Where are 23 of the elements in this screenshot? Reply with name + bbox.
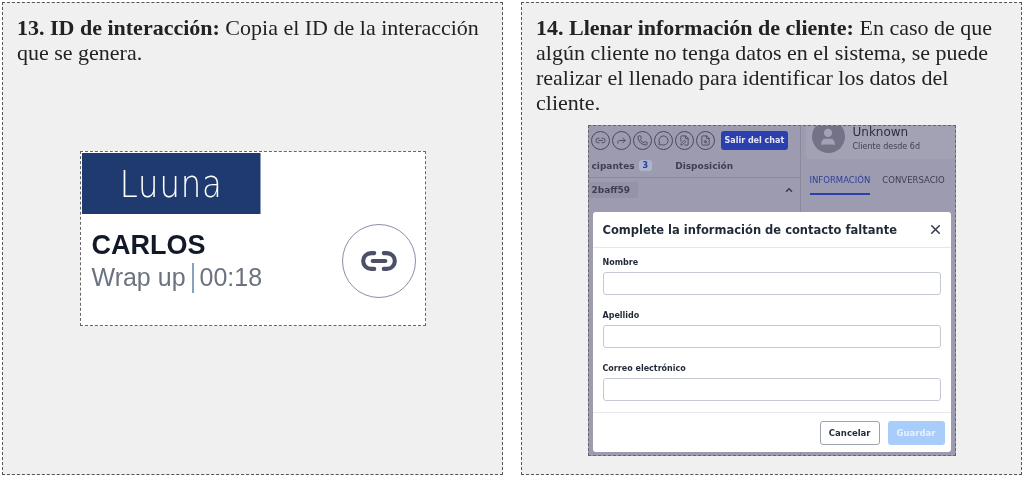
tab[interactable]: INFORMACIÓN <box>809 175 871 195</box>
field-label: Correo electrónico <box>602 364 687 373</box>
interaction-id: 2baff59 <box>588 182 639 198</box>
tab[interactable]: cipantes 3 <box>588 160 653 171</box>
dialog-title: Complete la información de contacto faltante <box>602 222 897 237</box>
interaction-timer: 00:18 <box>199 263 263 292</box>
contact-name: Unknown <box>852 126 910 139</box>
field-label: Nombre <box>602 258 640 267</box>
contact-since: Cliente desde 6d <box>852 142 920 151</box>
collapse-icon[interactable] <box>783 185 794 195</box>
tab[interactable]: CONVERSACIO <box>882 175 945 195</box>
step-description: 13. ID de interacción: Copia el ID de la interacción que se genera. <box>17 15 480 65</box>
input-field[interactable] <box>602 325 941 348</box>
exit-chat-button[interactable]: Salir del chat <box>720 130 789 150</box>
interaction-status: Wrap up <box>91 263 186 292</box>
field-label: Apellido <box>602 311 641 320</box>
cancel-button[interactable]: Cancelar <box>819 421 880 445</box>
tab[interactable]: Disposición <box>672 160 734 171</box>
brand-logo: Luuna <box>81 153 260 214</box>
step-description: 14. Llenar información de cliente: En caso de que algún cliente no tenga datos en el sistema, se puede realizar el llenado para identificar los datos del cliente. <box>536 15 993 115</box>
input-field[interactable] <box>602 272 941 295</box>
input-field[interactable] <box>602 378 941 401</box>
agent-name: CARLOS <box>91 229 207 261</box>
